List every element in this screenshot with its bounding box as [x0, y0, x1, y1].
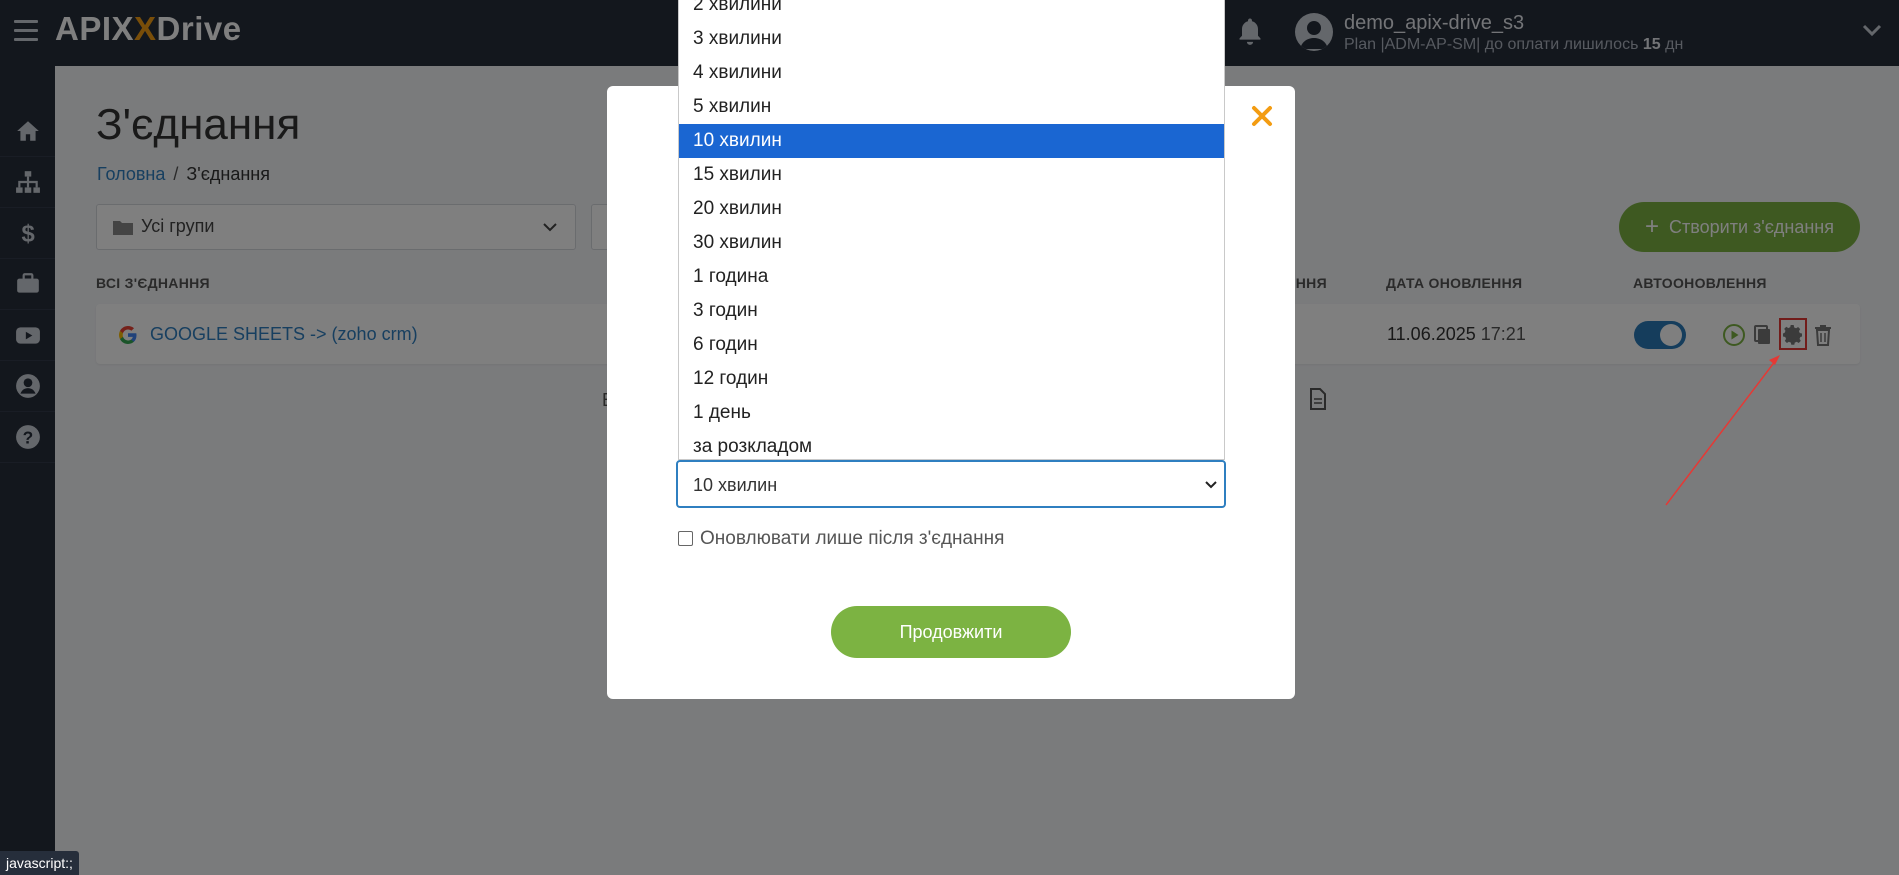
- dropdown-option[interactable]: 30 хвилин: [679, 226, 1224, 260]
- interval-dropdown-list: 2 хвилини 3 хвилини 4 хвилини 5 хвилин 10 хв…: [678, 0, 1225, 460]
- close-icon[interactable]: [1250, 104, 1274, 128]
- dropdown-option[interactable]: за розкладом: [679, 430, 1224, 459]
- dropdown-option[interactable]: 15 хвилин: [679, 158, 1224, 192]
- status-bar: javascript:;: [0, 851, 79, 875]
- dropdown-option[interactable]: 1 день: [679, 396, 1224, 430]
- dropdown-option[interactable]: 6 годин: [679, 328, 1224, 362]
- dropdown-option[interactable]: 3 годин: [679, 294, 1224, 328]
- interval-select-value: 10 хвилин: [693, 475, 778, 495]
- dropdown-option[interactable]: 4 хвилини: [679, 56, 1224, 90]
- dropdown-option[interactable]: 10 хвилин: [679, 124, 1224, 158]
- continue-button[interactable]: Продовжити: [831, 606, 1071, 658]
- dropdown-option[interactable]: 20 хвилин: [679, 192, 1224, 226]
- interval-select[interactable]: 10 хвилин: [676, 460, 1226, 508]
- dropdown-option[interactable]: 12 годин: [679, 362, 1224, 396]
- update-after-connection-checkbox[interactable]: [678, 531, 693, 546]
- dropdown-option[interactable]: 2 хвилини: [679, 0, 1224, 22]
- update-after-connection-label[interactable]: Оновлювати лише після з'єднання: [700, 528, 1004, 550]
- chevron-down-icon: [1205, 481, 1217, 489]
- dropdown-option[interactable]: 1 година: [679, 260, 1224, 294]
- dropdown-option[interactable]: 3 хвилини: [679, 22, 1224, 56]
- dropdown-option[interactable]: 5 хвилин: [679, 90, 1224, 124]
